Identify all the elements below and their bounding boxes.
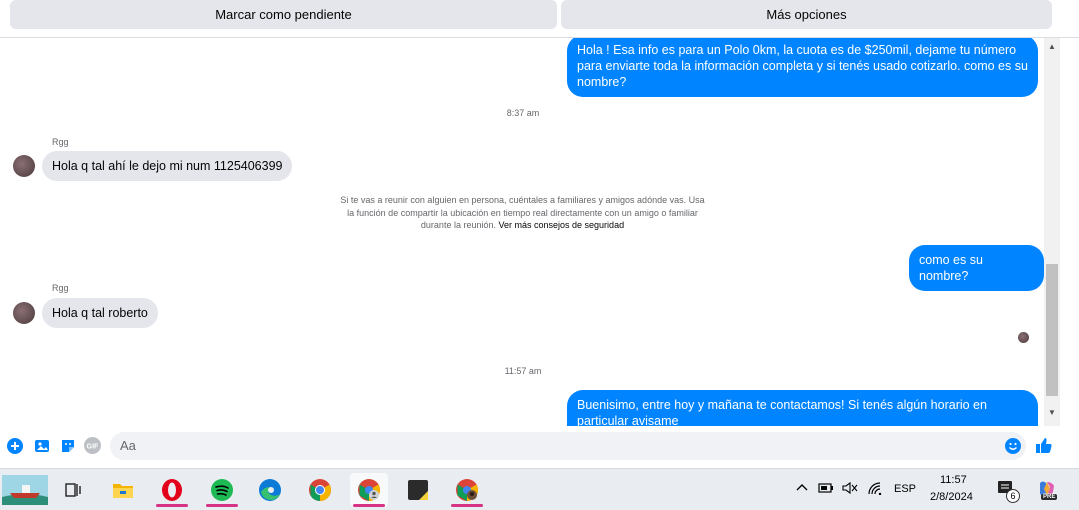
message-timestamp: 8:37 am: [506, 108, 540, 118]
incoming-message[interactable]: Hola q tal roberto: [42, 298, 158, 328]
task-view-icon[interactable]: [54, 473, 92, 507]
mark-pending-button[interactable]: Marcar como pendiente: [10, 0, 557, 29]
chrome-profile-icon[interactable]: [350, 473, 388, 507]
like-icon[interactable]: [1035, 437, 1052, 454]
photo-icon[interactable]: [33, 437, 50, 454]
safety-notice: Si te vas a reunir con alguien en person…: [340, 194, 705, 232]
file-explorer-icon[interactable]: [104, 473, 142, 507]
open-app-indicator: [451, 504, 483, 507]
edge-icon[interactable]: [251, 473, 289, 507]
open-app-indicator: [156, 504, 188, 507]
outgoing-message[interactable]: Buenisimo, entre hoy y mañana te contact…: [567, 390, 1038, 426]
volume-muted-icon[interactable]: [842, 481, 858, 498]
open-app-indicator: [206, 504, 238, 507]
plus-circle-icon[interactable]: [6, 437, 23, 454]
sender-name: Rgg: [52, 137, 69, 147]
open-app-indicator: [353, 504, 385, 507]
scroll-up-arrow-icon[interactable]: ▲: [1044, 40, 1060, 54]
chrome-icon[interactable]: [301, 473, 339, 507]
clock-date[interactable]: 2/8/2024: [930, 491, 973, 503]
battery-icon[interactable]: [818, 482, 834, 497]
spotify-icon[interactable]: [203, 473, 241, 507]
opera-icon[interactable]: [153, 473, 191, 507]
message-timestamp: 11:57 am: [504, 366, 542, 376]
message-composer: GIF Aa: [0, 430, 1079, 468]
windows-taskbar: ESP 11:57 2/8/2024 6 PRE: [0, 468, 1079, 510]
outgoing-message[interactable]: Hola ! Esa info es para un Polo 0km, la …: [567, 38, 1038, 97]
sticky-notes-icon[interactable]: [399, 473, 437, 507]
wifi-icon[interactable]: [867, 481, 883, 498]
svg-text:GIF: GIF: [87, 444, 99, 451]
scrollbar-thumb[interactable]: [1046, 264, 1058, 396]
incoming-message[interactable]: Hola q tal ahí le dejo mi num 1125406399: [42, 151, 293, 181]
emoji-icon[interactable]: [1004, 437, 1021, 454]
gif-icon[interactable]: GIF: [84, 437, 101, 454]
scroll-down-arrow-icon[interactable]: ▼: [1044, 406, 1060, 420]
sticker-icon[interactable]: [59, 437, 76, 454]
show-hidden-icons-chevron-icon[interactable]: [795, 481, 809, 498]
chat-scrollbar[interactable]: ▲ ▼: [1044, 38, 1060, 426]
contact-avatar[interactable]: [13, 155, 35, 177]
conversation-toolbar: Marcar como pendiente Más opciones: [0, 0, 1079, 38]
clock-time[interactable]: 11:57: [940, 474, 967, 486]
copilot-preview-badge: PRE: [1041, 494, 1058, 500]
notification-count-badge: 6: [1006, 489, 1020, 503]
boat-wallpaper-icon[interactable]: [0, 473, 50, 507]
outgoing-message[interactable]: como es su nombre?: [909, 245, 1044, 291]
message-input[interactable]: Aa: [110, 432, 1026, 460]
messenger-window: Marcar como pendiente Más opciones Hola …: [0, 0, 1079, 468]
sender-name: Rgg: [52, 283, 69, 293]
message-list: Hola ! Esa info es para un Polo 0km, la …: [0, 38, 1044, 426]
contact-avatar[interactable]: [13, 302, 35, 324]
more-options-button[interactable]: Más opciones: [561, 0, 1052, 29]
read-receipt-avatar: [1018, 332, 1029, 343]
chrome-profile2-icon[interactable]: [448, 473, 486, 507]
language-indicator[interactable]: ESP: [894, 483, 916, 495]
safety-tips-link[interactable]: Ver más consejos de seguridad: [499, 220, 625, 230]
